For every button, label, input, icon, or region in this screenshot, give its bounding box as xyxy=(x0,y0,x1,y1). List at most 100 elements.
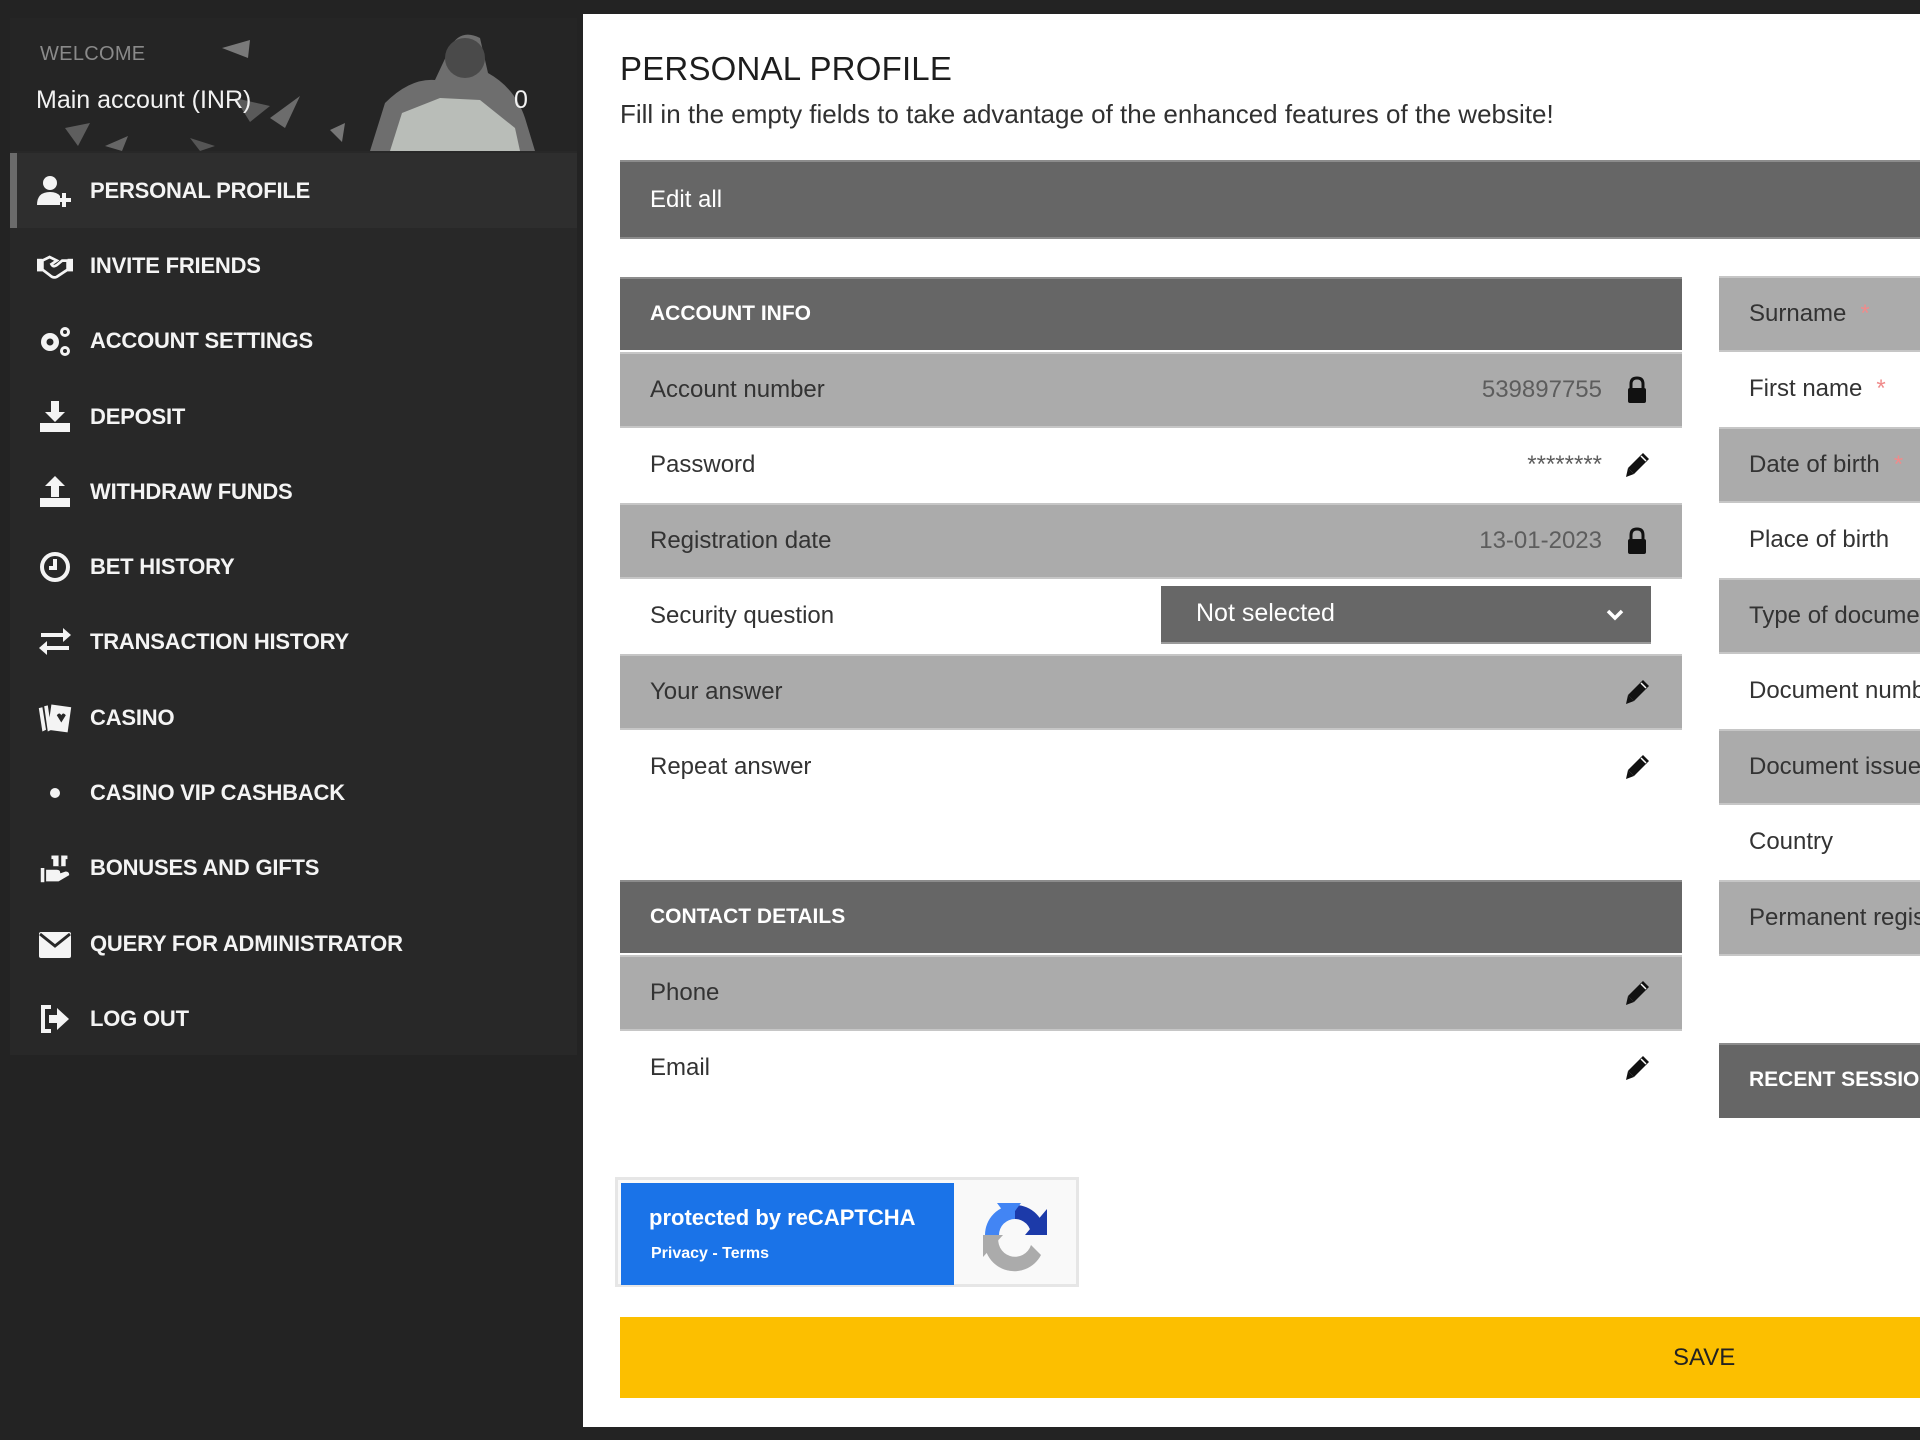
field-label: Document number xyxy=(1749,677,1920,705)
sidebar-nav: PERSONAL PROFILE INVITE FRIENDS ACCOUNT … xyxy=(10,153,577,1057)
security-question-select[interactable]: Not selected xyxy=(1161,585,1651,644)
country-row[interactable]: Country xyxy=(1719,805,1920,881)
sidebar-item-transaction-history[interactable]: TRANSACTION HISTORY xyxy=(10,605,577,680)
select-value: Not selected xyxy=(1196,598,1335,627)
required-marker: * xyxy=(1860,299,1870,327)
user-plus-icon xyxy=(34,173,76,209)
field-label: Phone xyxy=(650,978,720,1006)
sidebar-item-bet-history[interactable]: BET HISTORY xyxy=(10,529,577,604)
upload-tray-icon xyxy=(34,474,76,510)
edit-all-button[interactable]: Edit all xyxy=(620,160,1920,239)
pencil-icon[interactable] xyxy=(1624,1054,1650,1082)
pencil-icon[interactable] xyxy=(1624,678,1650,706)
email-row[interactable]: Email xyxy=(620,1030,1682,1106)
date-of-birth-row[interactable]: Date of birth * xyxy=(1719,427,1920,503)
account-balance: 0 xyxy=(514,86,528,114)
exchange-arrows-icon xyxy=(34,624,76,660)
sidebar-item-label: WITHDRAW FUNDS xyxy=(90,478,293,504)
recaptcha-logo-icon xyxy=(983,1203,1047,1272)
pencil-icon[interactable] xyxy=(1624,979,1650,1007)
field-label: Document issue xyxy=(1749,752,1920,780)
section-title: RECENT SESSIONS xyxy=(1749,1068,1920,1091)
save-button[interactable]: SAVE xyxy=(620,1317,1920,1398)
password-row: Password ******** xyxy=(620,427,1682,503)
welcome-label: WELCOME xyxy=(40,43,146,65)
sidebar-item-label: TRANSACTION HISTORY xyxy=(90,629,349,655)
section-title: CONTACT DETAILS xyxy=(650,905,846,928)
handshake-icon xyxy=(34,248,76,284)
registration-date-row: Registration date 13-01-2023 xyxy=(620,503,1682,579)
recaptcha-info-panel: protected by reCAPTCHA Privacy - Terms xyxy=(621,1183,954,1285)
sidebar-item-label: PERSONAL PROFILE xyxy=(90,177,311,203)
sidebar-item-log-out[interactable]: LOG OUT xyxy=(10,981,577,1056)
main-panel: PERSONAL PROFILE Fill in the empty field… xyxy=(583,14,1920,1427)
field-label: Date of birth * xyxy=(1749,450,1904,478)
sidebar-item-account-settings[interactable]: ACCOUNT SETTINGS xyxy=(10,304,577,379)
pencil-icon[interactable] xyxy=(1624,451,1650,479)
place-of-birth-row[interactable]: Place of birth xyxy=(1719,503,1920,579)
field-label: Permanent registration xyxy=(1749,903,1920,931)
sidebar-item-label: CASINO VIP CASHBACK xyxy=(90,780,345,806)
recaptcha-links[interactable]: Privacy - Terms xyxy=(651,1245,769,1263)
sidebar-item-label: ACCOUNT SETTINGS xyxy=(90,328,313,354)
field-label: Repeat answer xyxy=(650,753,812,781)
field-label: Country xyxy=(1749,828,1834,856)
first-name-row[interactable]: First name * xyxy=(1719,352,1920,428)
required-marker: * xyxy=(1876,375,1886,403)
sidebar-item-bonuses-and-gifts[interactable]: BONUSES AND GIFTS xyxy=(10,831,577,906)
document-issue-row[interactable]: Document issue xyxy=(1719,729,1920,805)
page-title: PERSONAL PROFILE xyxy=(620,50,953,87)
envelope-icon xyxy=(34,926,76,962)
required-marker: * xyxy=(1893,450,1904,478)
sidebar-item-invite-friends[interactable]: INVITE FRIENDS xyxy=(10,228,577,303)
sidebar-item-query-for-administrator[interactable]: QUERY FOR ADMINISTRATOR xyxy=(10,906,577,981)
field-label: First name * xyxy=(1749,375,1886,403)
your-answer-row[interactable]: Your answer xyxy=(620,654,1682,730)
section-title: ACCOUNT INFO xyxy=(650,302,811,325)
sidebar-item-label: DEPOSIT xyxy=(90,403,186,429)
security-question-row: Security question Not selected xyxy=(620,578,1682,654)
sidebar-item-label: CASINO xyxy=(90,704,175,730)
sidebar-item-label: INVITE FRIENDS xyxy=(90,252,261,278)
download-tray-icon xyxy=(34,399,76,435)
contact-details-section: CONTACT DETAILS Phone Email xyxy=(620,880,1682,1106)
document-number-row[interactable]: Document number xyxy=(1719,654,1920,730)
page-subtitle: Fill in the empty fields to take advanta… xyxy=(620,99,1554,129)
sidebar-item-casino-vip-cashback[interactable]: CASINO VIP CASHBACK xyxy=(10,755,577,830)
document-type-row[interactable]: Type of document xyxy=(1719,578,1920,654)
sidebar-item-label: BONUSES AND GIFTS xyxy=(90,855,320,881)
permanent-registration-row[interactable]: Permanent registration xyxy=(1719,880,1920,956)
sidebar-item-withdraw-funds[interactable]: WITHDRAW FUNDS xyxy=(10,454,577,529)
password-value: ******** xyxy=(1527,451,1602,479)
gift-hand-icon xyxy=(34,850,76,886)
sidebar-item-deposit[interactable]: DEPOSIT xyxy=(10,379,577,454)
registration-date-value: 13-01-2023 xyxy=(1479,526,1602,554)
save-label: SAVE xyxy=(1673,1344,1736,1371)
pencil-icon[interactable] xyxy=(1624,753,1650,781)
field-label: Registration date xyxy=(650,526,832,554)
field-label: Account number xyxy=(650,375,825,403)
recaptcha-title: protected by reCAPTCHA xyxy=(649,1205,916,1230)
lock-icon xyxy=(1624,376,1650,404)
phone-row[interactable]: Phone xyxy=(620,955,1682,1031)
sidebar-item-casino[interactable]: CASINO xyxy=(10,680,577,755)
header-banner-image xyxy=(65,34,535,151)
sidebar: WELCOME Main account (INR) 0 PERSONAL PR… xyxy=(10,18,577,1055)
field-label: Security question xyxy=(650,602,835,630)
playing-cards-icon xyxy=(34,700,76,736)
surname-row[interactable]: Surname * xyxy=(1719,276,1920,352)
field-label: Password xyxy=(650,451,756,479)
gears-icon xyxy=(34,323,76,359)
field-label: Your answer xyxy=(650,677,783,705)
sidebar-item-personal-profile[interactable]: PERSONAL PROFILE xyxy=(10,153,577,229)
personal-info-section: Surname * First name * Date of birth * Plac… xyxy=(1719,276,1920,956)
sidebar-item-label: QUERY FOR ADMINISTRATOR xyxy=(90,930,403,956)
edit-all-label: Edit all xyxy=(650,186,723,213)
account-number-row: Account number 539897755 xyxy=(620,352,1682,428)
lock-icon xyxy=(1624,527,1650,555)
field-label: Surname * xyxy=(1749,299,1870,327)
dot-icon xyxy=(34,775,76,811)
field-label: Type of document xyxy=(1749,601,1920,629)
account-header: WELCOME Main account (INR) 0 xyxy=(10,18,577,151)
repeat-answer-row[interactable]: Repeat answer xyxy=(620,729,1682,805)
